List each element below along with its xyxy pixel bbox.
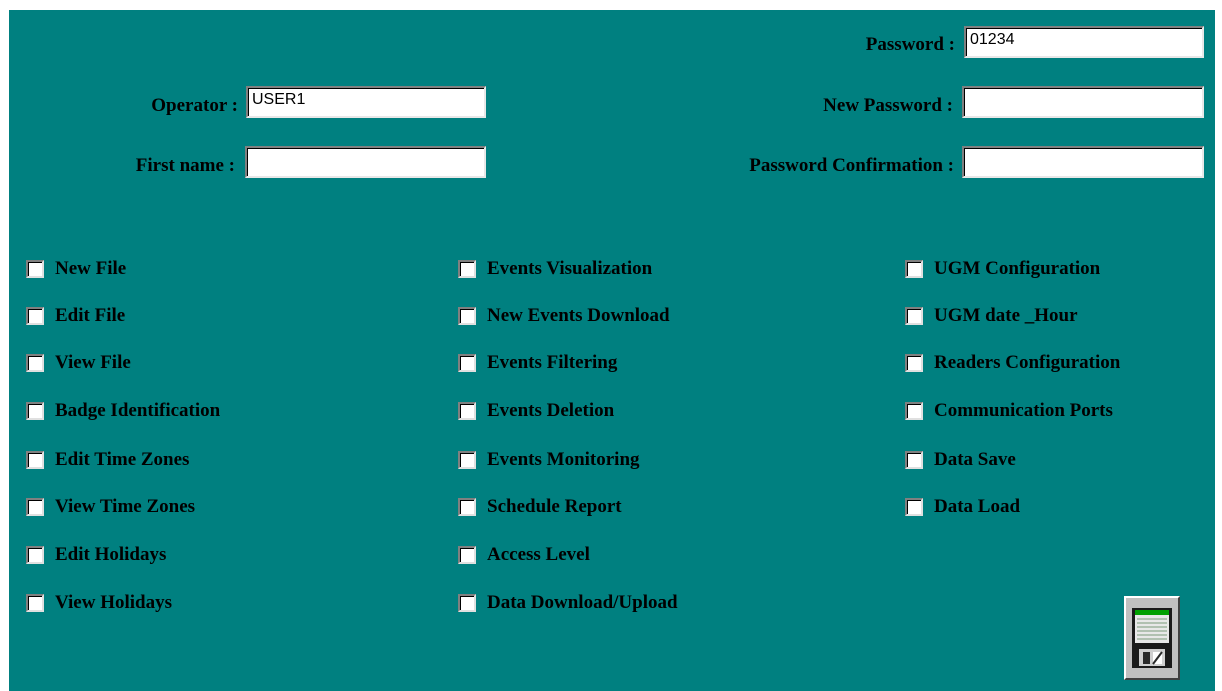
checkbox-new-file[interactable]: New File — [26, 258, 126, 280]
checkbox-label: Events Deletion — [487, 400, 615, 421]
checkbox-view-file[interactable]: View File — [26, 352, 131, 374]
checkbox-label: Edit Time Zones — [55, 449, 190, 470]
checkbox-label: New Events Download — [487, 305, 670, 326]
checkbox-label: Data Save — [934, 449, 1016, 470]
checkbox-label: Events Monitoring — [487, 449, 640, 470]
password-field[interactable] — [966, 28, 1202, 56]
checkbox-box[interactable] — [458, 402, 476, 420]
checkbox-label: UGM Configuration — [934, 258, 1101, 279]
checkbox-events-visualization[interactable]: Events Visualization — [458, 258, 652, 280]
checkbox-box[interactable] — [458, 546, 476, 564]
checkbox-label: Data Load — [934, 496, 1021, 517]
checkbox-badge-identification[interactable]: Badge Identification — [26, 400, 220, 422]
checkbox-data-download-upload[interactable]: Data Download/Upload — [458, 592, 678, 614]
checkbox-label: New File — [55, 258, 127, 279]
checkbox-box[interactable] — [26, 354, 44, 372]
checkbox-box[interactable] — [26, 260, 44, 278]
first-name-label: First name : — [135, 155, 235, 176]
checkbox-schedule-report[interactable]: Schedule Report — [458, 496, 622, 518]
checkbox-ugm-configuration[interactable]: UGM Configuration — [905, 258, 1100, 280]
checkbox-events-deletion[interactable]: Events Deletion — [458, 400, 614, 422]
first-name-field-wrap — [245, 146, 486, 178]
checkbox-box[interactable] — [26, 451, 44, 469]
checkbox-edit-holidays[interactable]: Edit Holidays — [26, 544, 166, 566]
checkbox-box[interactable] — [26, 498, 44, 516]
new-password-field-wrap — [962, 86, 1204, 118]
checkbox-box[interactable] — [26, 594, 44, 612]
checkbox-label: UGM date _Hour — [934, 305, 1078, 326]
checkbox-edit-file[interactable]: Edit File — [26, 305, 125, 327]
checkbox-label: Events Visualization — [487, 258, 653, 279]
checkbox-label: View Time Zones — [55, 496, 196, 517]
checkbox-label: Access Level — [487, 544, 590, 565]
checkbox-label: Edit Holidays — [55, 544, 167, 565]
checkbox-data-load[interactable]: Data Load — [905, 496, 1020, 518]
checkbox-box[interactable] — [458, 594, 476, 612]
checkbox-label: Schedule Report — [487, 496, 622, 517]
operator-label: Operator : — [151, 95, 238, 116]
checkbox-label: Edit File — [55, 305, 126, 326]
checkbox-box[interactable] — [905, 402, 923, 420]
checkbox-ugm-date-hour[interactable]: UGM date _Hour — [905, 305, 1078, 327]
checkbox-new-events-download[interactable]: New Events Download — [458, 305, 670, 327]
checkbox-events-monitoring[interactable]: Events Monitoring — [458, 449, 640, 471]
checkbox-label: Badge Identification — [55, 400, 221, 421]
floppy-disk-icon — [1132, 608, 1172, 668]
new-password-field[interactable] — [964, 88, 1202, 116]
checkbox-view-time-zones[interactable]: View Time Zones — [26, 496, 195, 518]
checkbox-box[interactable] — [26, 307, 44, 325]
checkbox-access-level[interactable]: Access Level — [458, 544, 590, 566]
password-confirmation-label: Password Confirmation : — [749, 155, 954, 176]
checkbox-edit-time-zones[interactable]: Edit Time Zones — [26, 449, 189, 471]
checkbox-box[interactable] — [905, 260, 923, 278]
checkbox-box[interactable] — [458, 498, 476, 516]
save-button[interactable] — [1124, 596, 1180, 680]
checkbox-label: Readers Configuration — [934, 352, 1121, 373]
new-password-label: New Password : — [823, 95, 953, 116]
checkbox-readers-configuration[interactable]: Readers Configuration — [905, 352, 1120, 374]
password-confirmation-field-wrap — [962, 146, 1204, 178]
operator-field[interactable] — [248, 88, 484, 116]
checkbox-box[interactable] — [458, 307, 476, 325]
checkbox-label: Communication Ports — [934, 400, 1113, 421]
checkbox-box[interactable] — [905, 451, 923, 469]
password-label: Password : — [865, 34, 955, 55]
checkbox-view-holidays[interactable]: View Holidays — [26, 592, 172, 614]
password-confirmation-field[interactable] — [964, 148, 1202, 176]
checkbox-events-filtering[interactable]: Events Filtering — [458, 352, 617, 374]
checkbox-box[interactable] — [905, 498, 923, 516]
checkbox-box[interactable] — [905, 307, 923, 325]
checkbox-label: Data Download/Upload — [487, 592, 678, 613]
checkbox-label: Events Filtering — [487, 352, 618, 373]
checkbox-label: View File — [55, 352, 131, 373]
first-name-field[interactable] — [247, 148, 484, 176]
checkbox-box[interactable] — [458, 260, 476, 278]
operator-field-wrap — [246, 86, 486, 118]
checkbox-box[interactable] — [905, 354, 923, 372]
password-field-wrap — [964, 26, 1204, 58]
checkbox-communication-ports[interactable]: Communication Ports — [905, 400, 1113, 422]
checkbox-box[interactable] — [26, 402, 44, 420]
checkbox-box[interactable] — [26, 546, 44, 564]
checkbox-box[interactable] — [458, 354, 476, 372]
checkbox-data-save[interactable]: Data Save — [905, 449, 1016, 471]
checkbox-box[interactable] — [458, 451, 476, 469]
checkbox-label: View Holidays — [55, 592, 172, 613]
